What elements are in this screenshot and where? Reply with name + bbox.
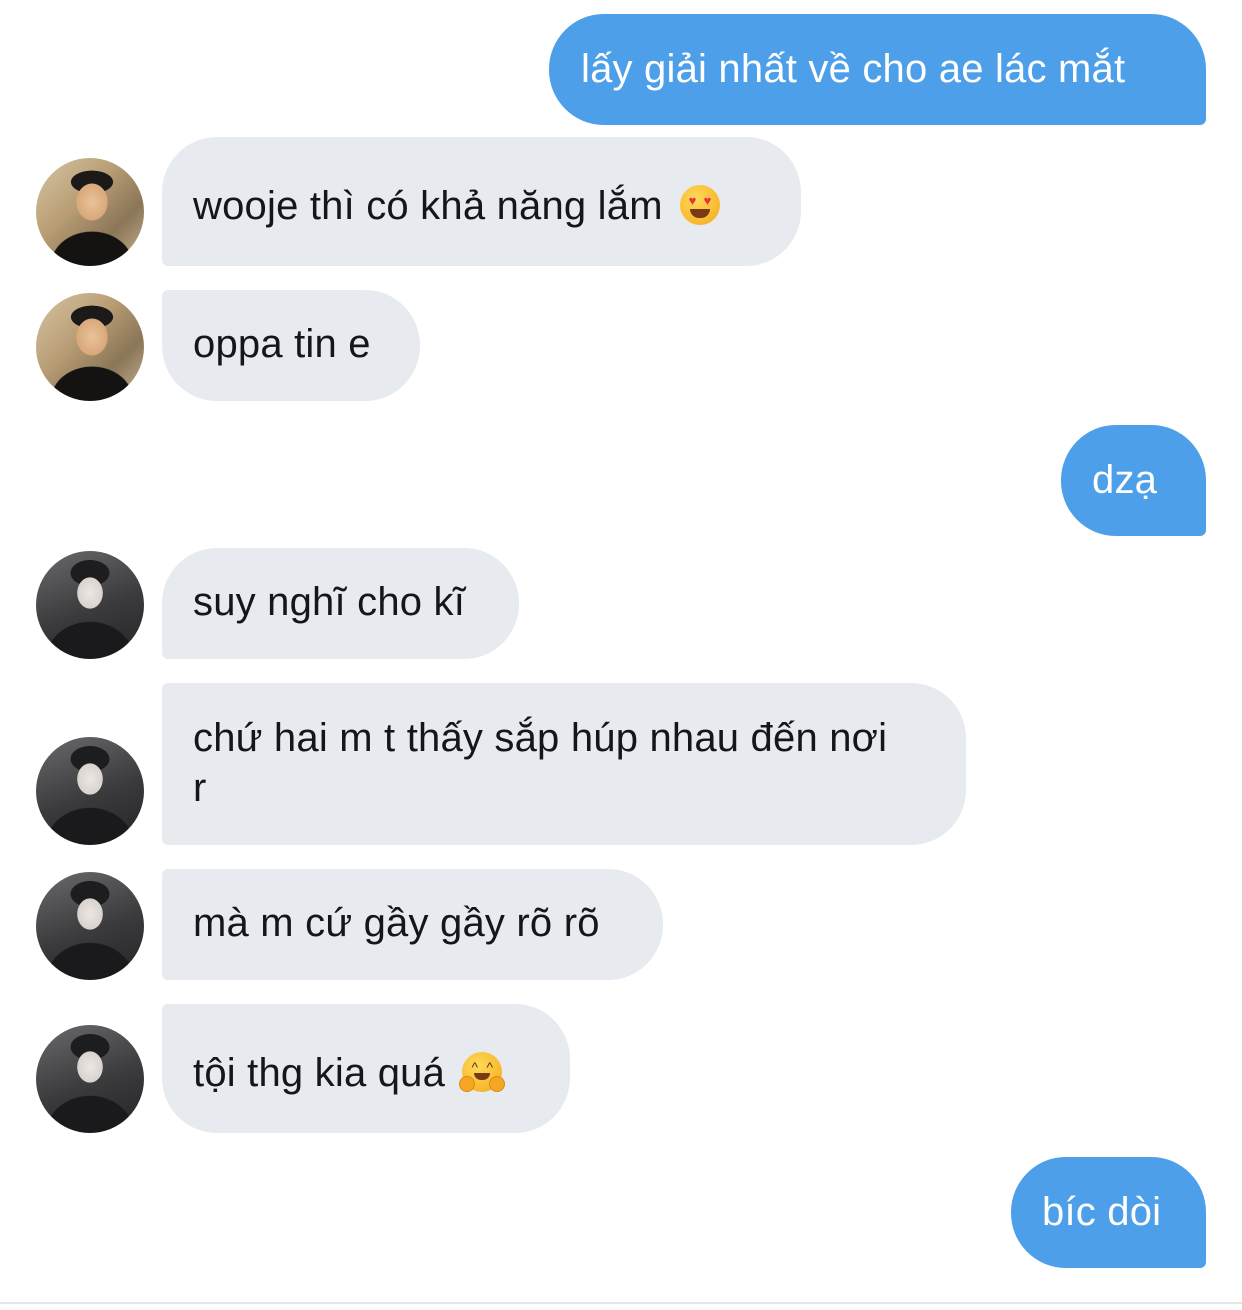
profile-photo-icon: [36, 158, 37, 159]
message-text-content: wooje thì có khả năng lắm: [193, 184, 675, 228]
chat-conversation: lấy giải nhất về cho ae lác mắt wooje th…: [0, 0, 1242, 1310]
received-message-bubble[interactable]: wooje thì có khả năng lắm ♥ ♥: [162, 137, 801, 266]
hugging-face-emoji-icon: ^ ^: [459, 1052, 506, 1092]
message-text: wooje thì có khả năng lắm ♥ ♥: [193, 181, 771, 231]
message-text: oppa tin e: [193, 322, 371, 366]
avatar[interactable]: [36, 551, 144, 659]
profile-photo-icon: [36, 737, 37, 738]
message-text: lấy giải nhất về cho ae lác mắt: [581, 47, 1126, 91]
received-message-bubble[interactable]: mà m cứ gầy gầy rõ rõ: [162, 869, 663, 980]
avatar[interactable]: [36, 1025, 144, 1133]
received-message-bubble[interactable]: oppa tin e: [162, 290, 420, 401]
avatar[interactable]: [36, 737, 144, 845]
received-message-bubble[interactable]: chứ hai m t thấy sắp húp nhau đến nơi r: [162, 683, 966, 845]
profile-photo-icon: [36, 872, 37, 873]
received-message-bubble[interactable]: suy nghĩ cho kĩ: [162, 548, 519, 659]
message-text: chứ hai m t thấy sắp húp nhau đến nơi r: [193, 716, 888, 810]
heart-eyes-emoji-icon: ♥ ♥: [680, 185, 721, 225]
divider: [0, 1302, 1242, 1304]
message-text: suy nghĩ cho kĩ: [193, 580, 466, 624]
sent-message-bubble[interactable]: bíc dòi: [1011, 1157, 1206, 1268]
message-text-content: tội thg kia quá: [193, 1051, 457, 1095]
profile-photo-icon: [36, 551, 37, 552]
message-text: mà m cứ gầy gầy rõ rõ: [193, 901, 600, 945]
profile-photo-icon: [36, 293, 37, 294]
message-text: tội thg kia quá ^ ^: [193, 1048, 540, 1098]
message-text: bíc dòi: [1042, 1190, 1162, 1234]
avatar[interactable]: [36, 293, 144, 401]
received-message-bubble[interactable]: tội thg kia quá ^ ^: [162, 1004, 570, 1133]
profile-photo-icon: [36, 1025, 37, 1026]
avatar[interactable]: [36, 872, 144, 980]
avatar[interactable]: [36, 158, 144, 266]
sent-message-bubble[interactable]: dzạ: [1061, 425, 1206, 536]
message-text: dzạ: [1092, 458, 1158, 502]
sent-message-bubble[interactable]: lấy giải nhất về cho ae lác mắt: [549, 14, 1206, 125]
